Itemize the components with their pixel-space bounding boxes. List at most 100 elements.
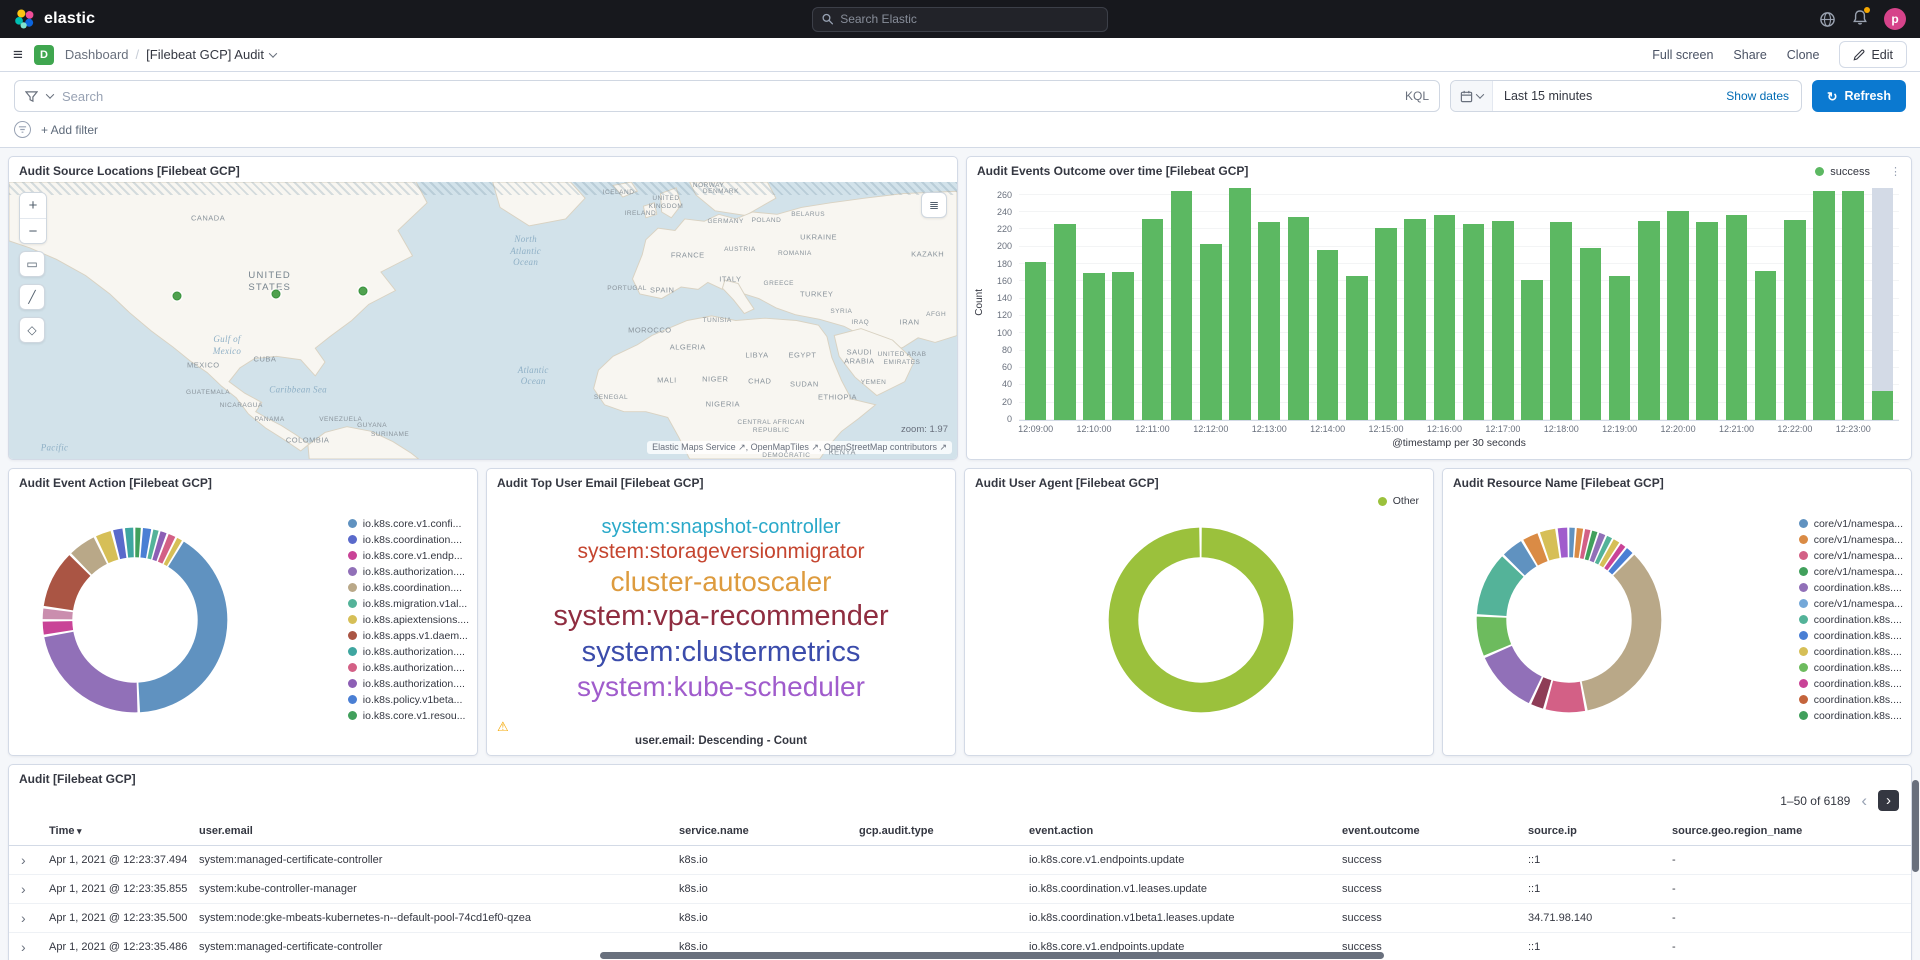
time-range[interactable]: Last 15 minutes bbox=[1493, 89, 1726, 103]
avatar[interactable]: p bbox=[1884, 8, 1906, 30]
bar[interactable] bbox=[1138, 186, 1167, 420]
legend-item[interactable]: io.k8s.authorization.... bbox=[348, 646, 469, 658]
bar[interactable] bbox=[1693, 186, 1722, 420]
bar[interactable] bbox=[1722, 186, 1751, 420]
legend-item[interactable]: coordination.k8s.... bbox=[1799, 694, 1903, 706]
bar[interactable] bbox=[1459, 186, 1488, 420]
measure-tool-button[interactable]: ╱ bbox=[19, 284, 45, 310]
column-header[interactable]: event.outcome bbox=[1342, 825, 1528, 837]
legend-item[interactable]: io.k8s.apiextensions.... bbox=[348, 614, 469, 626]
set-view-button[interactable]: ▭ bbox=[19, 251, 45, 277]
bar[interactable] bbox=[1576, 186, 1605, 420]
legend-item[interactable]: io.k8s.apps.v1.daem... bbox=[348, 630, 469, 642]
event-action-donut[interactable] bbox=[21, 506, 249, 734]
menu-icon[interactable]: ≡ bbox=[13, 46, 23, 63]
map-canvas[interactable]: + − ▭ ╱ ◇ ≣ zoom: 1.97 Elastic Maps Serv… bbox=[9, 182, 957, 459]
bar[interactable] bbox=[1488, 186, 1517, 420]
legend-item[interactable]: coordination.k8s.... bbox=[1799, 630, 1903, 642]
bar[interactable] bbox=[1751, 186, 1780, 420]
map-point[interactable] bbox=[358, 286, 367, 295]
panel-title[interactable]: Audit [Filebeat GCP] bbox=[9, 765, 1911, 790]
legend-item[interactable]: core/v1/namespa... bbox=[1799, 518, 1903, 530]
legend-item[interactable]: Other bbox=[1378, 495, 1419, 507]
zoom-out-button[interactable]: − bbox=[20, 218, 46, 243]
bar[interactable] bbox=[1342, 186, 1371, 420]
bar[interactable] bbox=[1167, 186, 1196, 420]
previous-page-button[interactable]: ‹ bbox=[1859, 792, 1869, 809]
legend-item[interactable]: io.k8s.authorization.... bbox=[348, 566, 469, 578]
bar[interactable] bbox=[1313, 186, 1342, 420]
legend-item[interactable]: io.k8s.core.v1.resou... bbox=[348, 710, 469, 722]
bar[interactable] bbox=[1021, 186, 1050, 420]
bar[interactable] bbox=[1225, 186, 1254, 420]
bar[interactable] bbox=[1371, 186, 1400, 420]
next-page-button[interactable]: › bbox=[1878, 790, 1899, 811]
bar[interactable] bbox=[1780, 186, 1809, 420]
tagcloud-word[interactable]: system:vpa-recommender bbox=[553, 599, 888, 634]
edit-button[interactable]: Edit bbox=[1839, 41, 1907, 68]
legend-item[interactable]: coordination.k8s.... bbox=[1799, 662, 1903, 674]
column-header[interactable]: service.name bbox=[679, 825, 859, 837]
bar[interactable] bbox=[1547, 186, 1576, 420]
add-filter-button[interactable]: + Add filter bbox=[41, 123, 98, 137]
table-row[interactable]: ›Apr 1, 2021 @ 12:23:37.494system:manage… bbox=[9, 846, 1911, 875]
table-row[interactable]: ›Apr 1, 2021 @ 12:23:35.855system:kube-c… bbox=[9, 875, 1911, 904]
table-row[interactable]: ›Apr 1, 2021 @ 12:23:35.500system:node:g… bbox=[9, 904, 1911, 933]
bar[interactable] bbox=[1809, 186, 1838, 420]
panel-title[interactable]: Audit Event Action [Filebeat GCP] bbox=[9, 469, 477, 494]
elastic-logo[interactable]: elastic bbox=[14, 8, 95, 30]
bar[interactable] bbox=[1109, 186, 1138, 420]
tagcloud-word[interactable]: system:kube-scheduler bbox=[577, 670, 865, 704]
legend-item[interactable]: io.k8s.coordination.... bbox=[348, 582, 469, 594]
row-expand-icon[interactable]: › bbox=[15, 939, 49, 955]
horizontal-scrollbar[interactable] bbox=[600, 952, 1384, 959]
legend-item[interactable]: coordination.k8s.... bbox=[1799, 710, 1903, 722]
row-expand-icon[interactable]: › bbox=[15, 910, 49, 926]
bar[interactable] bbox=[1284, 186, 1313, 420]
layers-toggle-button[interactable]: ≣ bbox=[921, 192, 947, 218]
global-search-input[interactable] bbox=[840, 12, 1098, 26]
row-expand-icon[interactable]: › bbox=[15, 881, 49, 897]
space-badge[interactable]: D bbox=[34, 45, 54, 65]
share-button[interactable]: Share bbox=[1733, 48, 1766, 62]
bar[interactable] bbox=[1517, 186, 1546, 420]
bar[interactable] bbox=[1079, 186, 1108, 420]
legend-item[interactable]: coordination.k8s.... bbox=[1799, 678, 1903, 690]
column-header[interactable]: source.ip bbox=[1528, 825, 1672, 837]
bar[interactable] bbox=[1839, 186, 1868, 420]
legend-item[interactable]: io.k8s.migration.v1al... bbox=[348, 598, 469, 610]
panel-title[interactable]: Audit Events Outcome over time [Filebeat… bbox=[967, 157, 1911, 182]
map-point[interactable] bbox=[272, 289, 281, 298]
column-header[interactable]: user.email bbox=[199, 825, 679, 837]
legend-kebab-icon[interactable]: ⋮ bbox=[1890, 165, 1901, 178]
column-header[interactable]: Time ▾ bbox=[49, 825, 199, 837]
refresh-button[interactable]: ↻ Refresh bbox=[1812, 80, 1906, 112]
draw-filter-button[interactable]: ◇ bbox=[19, 317, 45, 343]
donut-slice[interactable] bbox=[1123, 542, 1278, 697]
kql-toggle[interactable]: KQL bbox=[1405, 89, 1429, 103]
query-input-wrap[interactable]: KQL bbox=[14, 80, 1440, 112]
column-header[interactable]: source.geo.region_name bbox=[1672, 825, 1905, 837]
tagcloud-word[interactable]: system:snapshot-controller bbox=[602, 515, 841, 539]
bar[interactable] bbox=[1255, 186, 1284, 420]
warning-icon[interactable]: ⚠ bbox=[497, 719, 509, 735]
legend-item[interactable]: coordination.k8s.... bbox=[1799, 582, 1903, 594]
legend-item[interactable]: coordination.k8s.... bbox=[1799, 614, 1903, 626]
bar[interactable] bbox=[1196, 186, 1225, 420]
panel-title[interactable]: Audit User Agent [Filebeat GCP] bbox=[965, 469, 1433, 494]
bar[interactable] bbox=[1868, 186, 1897, 420]
tagcloud-word[interactable]: cluster-autoscaler bbox=[611, 565, 832, 599]
user-agent-donut[interactable] bbox=[1087, 506, 1315, 734]
vertical-scrollbar[interactable] bbox=[1912, 780, 1919, 872]
panel-title[interactable]: Audit Top User Email [Filebeat GCP] bbox=[487, 469, 955, 494]
filter-options-icon[interactable] bbox=[14, 121, 31, 138]
cloud-icon[interactable] bbox=[1819, 11, 1836, 28]
bar[interactable] bbox=[1430, 186, 1459, 420]
bar[interactable] bbox=[1663, 186, 1692, 420]
chevron-down-icon[interactable] bbox=[46, 90, 54, 98]
legend-item[interactable]: core/v1/namespa... bbox=[1799, 598, 1903, 610]
tagcloud-word[interactable]: system:clustermetrics bbox=[582, 635, 861, 670]
map-point[interactable] bbox=[172, 291, 181, 300]
row-expand-icon[interactable]: › bbox=[15, 852, 49, 868]
bar[interactable] bbox=[1634, 186, 1663, 420]
